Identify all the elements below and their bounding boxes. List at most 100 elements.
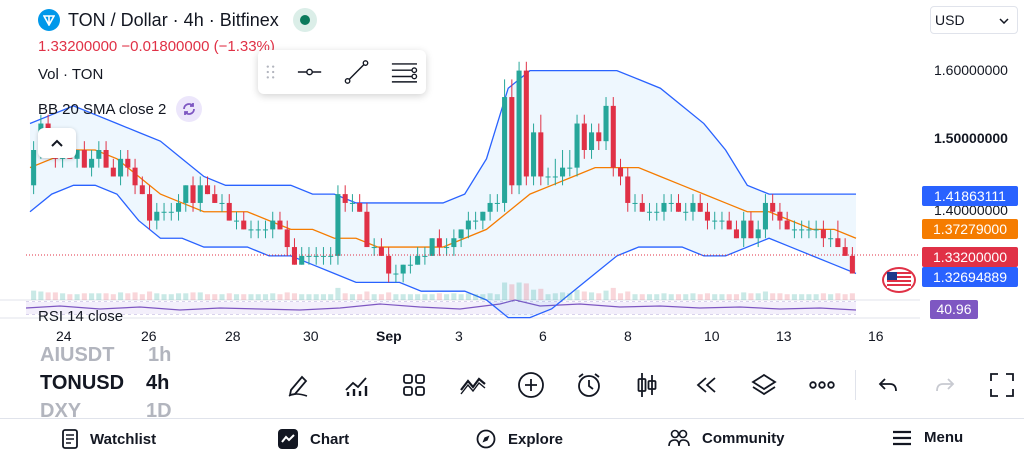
candle-body xyxy=(502,97,508,203)
candle-body xyxy=(661,202,667,212)
nav-community[interactable]: Community xyxy=(668,429,785,447)
trend-line-icon[interactable] xyxy=(344,58,369,86)
undo-icon[interactable] xyxy=(870,367,906,403)
volume-bar xyxy=(118,292,124,300)
watchlist-icon xyxy=(62,429,78,449)
candle-body xyxy=(422,255,428,257)
watchlist-picker[interactable]: AIUSDT 1h TONUSD 4h DXY 1D xyxy=(0,344,250,420)
market-status-icon[interactable] xyxy=(292,8,317,32)
volume-bar xyxy=(639,294,645,300)
volume-bar xyxy=(132,292,138,300)
volume-bar xyxy=(364,291,370,300)
volume-bar xyxy=(248,294,254,300)
volume-bar xyxy=(661,293,667,300)
volume-bar xyxy=(741,292,747,300)
candle-body xyxy=(509,97,515,186)
candle-body xyxy=(125,158,131,168)
volume-bar xyxy=(291,293,298,300)
drawing-floating-toolbar[interactable] xyxy=(258,50,426,94)
volume-bar xyxy=(429,294,435,300)
fullscreen-icon[interactable] xyxy=(984,367,1020,403)
horizontal-line-icon[interactable] xyxy=(297,62,322,82)
bollinger-legend[interactable]: BB 20 SMA close 2 xyxy=(38,96,203,122)
volume-bar xyxy=(320,294,326,300)
volume-bar xyxy=(581,291,587,300)
candle-body xyxy=(429,238,435,256)
volume-bar xyxy=(270,293,276,300)
volume-bar xyxy=(610,287,616,300)
nav-menu[interactable]: Menu xyxy=(892,429,963,446)
candle-body xyxy=(835,238,841,248)
replay-icon[interactable] xyxy=(688,367,724,403)
more-icon[interactable] xyxy=(804,367,840,403)
add-plus-icon[interactable] xyxy=(513,367,549,403)
volume-bar xyxy=(502,282,508,300)
watchlist-item-prev-interval: 1h xyxy=(148,344,172,366)
refresh-icon[interactable] xyxy=(176,96,203,122)
parallel-channel-icon[interactable] xyxy=(391,59,418,85)
volume-bar xyxy=(393,294,399,300)
candle-body xyxy=(342,194,348,203)
candle-body xyxy=(226,202,232,221)
volume-bar xyxy=(770,293,776,300)
watchlist-item-current[interactable]: TONUSD xyxy=(40,372,126,395)
volume-bar xyxy=(103,293,109,300)
volume-bar xyxy=(154,293,160,300)
volume-bar xyxy=(96,293,102,300)
candle-body xyxy=(625,176,631,203)
menu-icon xyxy=(893,430,911,445)
candle-body xyxy=(849,255,855,274)
watchlist-item-next[interactable]: DXY xyxy=(40,400,81,420)
nav-chart[interactable]: Chart xyxy=(278,429,349,449)
volume-bar xyxy=(45,292,51,300)
draw-brush-icon[interactable] xyxy=(280,367,316,403)
volume-bar xyxy=(617,293,624,300)
symbol-legend[interactable]: TON / Dollar · 4h · Bitfinex xyxy=(38,8,317,32)
candle-type-icon[interactable] xyxy=(629,367,665,403)
layouts-icon[interactable] xyxy=(396,367,432,403)
candle-body xyxy=(473,220,479,222)
trend-patterns-icon[interactable] xyxy=(455,367,491,403)
alarm-clock-icon[interactable] xyxy=(571,367,607,403)
candle-body xyxy=(487,202,493,212)
volume-bar xyxy=(284,292,290,300)
candle-body xyxy=(328,255,334,257)
watchlist-item-prev[interactable]: AIUSDT xyxy=(40,344,140,367)
toolbar-divider xyxy=(855,370,856,400)
currency-selector[interactable]: USD xyxy=(930,6,1018,34)
volume-bar xyxy=(733,294,739,300)
candle-body xyxy=(712,220,718,222)
candle-body xyxy=(480,211,486,221)
layers-icon[interactable] xyxy=(746,367,782,403)
candle-body xyxy=(458,229,464,239)
volume-bar xyxy=(799,294,805,300)
candle-body xyxy=(89,158,95,168)
volume-bar xyxy=(509,284,515,300)
candle-body xyxy=(777,211,783,221)
us-flag-icon[interactable] xyxy=(882,267,916,293)
bottom-navigation: Watchlist Chart Explore Community Menu xyxy=(0,418,1024,461)
time-axis-tick: 24 xyxy=(56,328,72,344)
candle-body xyxy=(596,132,602,142)
nav-watchlist[interactable]: Watchlist xyxy=(62,429,156,449)
candle-body xyxy=(212,194,218,203)
volume-bar xyxy=(147,291,153,300)
volume-legend[interactable]: Vol · TON xyxy=(38,66,103,83)
candle-body xyxy=(444,247,450,249)
candle-body xyxy=(545,176,551,178)
collapse-legend-button[interactable] xyxy=(38,128,76,158)
volume-bar xyxy=(233,294,240,300)
nav-explore[interactable]: Explore xyxy=(476,429,563,449)
volume-bar xyxy=(277,294,283,300)
rsi-legend[interactable]: RSI 14 close xyxy=(38,308,123,325)
volume-bar xyxy=(632,294,638,300)
drag-handle-icon[interactable] xyxy=(266,63,275,81)
volume-bar xyxy=(212,294,218,300)
volume-bar xyxy=(806,294,812,300)
volume-bar xyxy=(545,294,551,300)
redo-icon[interactable] xyxy=(927,367,963,403)
candle-body xyxy=(791,229,797,231)
candle-body xyxy=(560,167,566,177)
candle-body xyxy=(118,158,124,177)
indicators-icon[interactable] xyxy=(338,367,374,403)
